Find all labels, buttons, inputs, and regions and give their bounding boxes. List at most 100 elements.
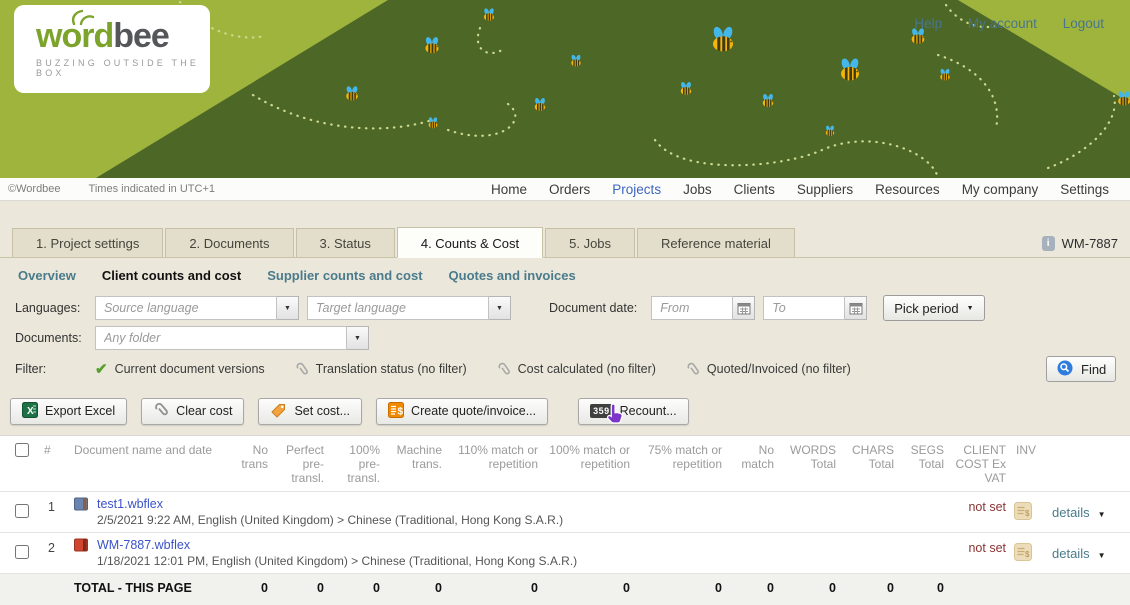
help-link[interactable]: Help (914, 16, 942, 31)
total-words: 0 (776, 574, 838, 605)
folder-input[interactable] (95, 326, 347, 350)
invoice-icon[interactable]: $ (1014, 502, 1032, 520)
total-100-pre: 0 (326, 574, 382, 605)
nav-projects[interactable]: Projects (601, 182, 672, 197)
document-date-label: Document date: (549, 301, 637, 315)
documents-table: # Document name and date No trans Perfec… (0, 435, 1130, 605)
col-chars-total: CHARS Total (838, 436, 896, 492)
details-dropdown[interactable]: details▼ (1042, 492, 1130, 533)
target-language-input[interactable] (307, 296, 489, 320)
tab-jobs[interactable]: 5. Jobs (545, 228, 635, 257)
invoice-icon[interactable]: $ (1014, 543, 1032, 561)
chevron-down-icon: ▼ (1098, 510, 1106, 519)
svg-text:$: $ (1025, 509, 1030, 518)
paperclip-icon (497, 361, 511, 377)
set-cost-button[interactable]: Set cost... (258, 398, 362, 425)
col-110-match: 110% match or repetition (444, 436, 540, 492)
tab-reference-material[interactable]: Reference material (637, 228, 795, 257)
table-row: 2 WM-7887.wbflex 1/18/2021 12:01 PM, Eng… (0, 533, 1130, 574)
col-number: # (42, 436, 72, 492)
account-links: Help My account Logout (892, 16, 1104, 31)
languages-label: Languages: (15, 301, 95, 315)
client-cost-value: not set (946, 533, 1008, 574)
col-segs-total: SEGS Total (896, 436, 946, 492)
my-account-link[interactable]: My account (968, 16, 1037, 31)
nav-orders[interactable]: Orders (538, 182, 601, 197)
date-from-input[interactable] (651, 296, 733, 320)
project-reference: i WM-7887 (1042, 236, 1118, 251)
calendar-icon[interactable] (733, 296, 755, 320)
clear-cost-button[interactable]: Clear cost (141, 398, 244, 425)
source-language-input[interactable] (95, 296, 277, 320)
tab-counts-and-cost[interactable]: 4. Counts & Cost (397, 227, 543, 258)
date-from-combo (651, 296, 755, 320)
chevron-down-icon: ▼ (1098, 551, 1106, 560)
filter-quoted-invoiced[interactable]: Quoted/Invoiced (no filter) (686, 361, 851, 377)
target-language-dropdown-button[interactable]: ▼ (489, 296, 511, 320)
select-all-checkbox[interactable] (15, 443, 29, 457)
col-document-name: Document name and date (72, 436, 222, 492)
export-excel-button[interactable]: X Export Excel (10, 398, 127, 425)
col-100-match: 100% match or repetition (540, 436, 632, 492)
svg-text:$: $ (398, 406, 404, 417)
document-link[interactable]: WM-7887.wbflex (97, 538, 190, 552)
calendar-icon[interactable] (845, 296, 867, 320)
filter-cost-calculated[interactable]: Cost calculated (no filter) (497, 361, 656, 377)
tag-icon (270, 402, 287, 421)
find-button[interactable]: Find (1046, 356, 1116, 382)
documents-label: Documents: (15, 331, 95, 345)
banner: wordbee BUZZING OUTSIDE THE BOX Help My … (0, 0, 1130, 178)
create-quote-invoice-button[interactable]: $ Create quote/invoice... (376, 398, 548, 425)
document-link[interactable]: test1.wbflex (97, 497, 163, 511)
col-no-match: No match (724, 436, 776, 492)
date-to-combo (763, 296, 867, 320)
row-number: 1 (42, 492, 72, 533)
tab-project-settings[interactable]: 1. Project settings (12, 228, 163, 257)
row-checkbox[interactable] (15, 545, 29, 559)
pick-period-button[interactable]: Pick period▼ (883, 295, 984, 321)
total-110-match: 0 (444, 574, 540, 605)
tab-status[interactable]: 3. Status (296, 228, 395, 257)
nav-jobs[interactable]: Jobs (672, 182, 723, 197)
subtab-supplier-counts[interactable]: Supplier counts and cost (267, 268, 422, 283)
target-language-combo: ▼ (307, 296, 511, 320)
excel-icon: X (22, 402, 38, 421)
paperclip-icon (153, 401, 169, 421)
details-dropdown[interactable]: details▼ (1042, 533, 1130, 574)
table-header-row: # Document name and date No trans Perfec… (0, 436, 1130, 492)
col-client-cost: CLIENT COST Ex VAT (946, 436, 1008, 492)
nav-suppliers[interactable]: Suppliers (786, 182, 864, 197)
recount-button[interactable]: 359 Recount... (578, 398, 689, 425)
copyright-text: ©Wordbee (8, 183, 61, 195)
filter-translation-status[interactable]: Translation status (no filter) (295, 361, 467, 377)
tab-documents[interactable]: 2. Documents (165, 228, 293, 257)
logout-link[interactable]: Logout (1063, 16, 1104, 31)
folder-dropdown-button[interactable]: ▼ (347, 326, 369, 350)
nav-my-company[interactable]: My company (951, 182, 1050, 197)
row-checkbox[interactable] (15, 504, 29, 518)
col-perfect-pretransl: Perfect pre-transl. (270, 436, 326, 492)
folder-combo: ▼ (95, 326, 369, 350)
counts-subtabs: Overview Client counts and cost Supplier… (0, 258, 1130, 291)
project-tabs: 1. Project settings 2. Documents 3. Stat… (0, 227, 1130, 258)
nav-home[interactable]: Home (480, 182, 538, 197)
total-machine: 0 (382, 574, 444, 605)
nav-resources[interactable]: Resources (864, 182, 951, 197)
info-icon[interactable]: i (1042, 236, 1055, 251)
invoice-icon: $ (388, 402, 404, 421)
subtab-client-counts[interactable]: Client counts and cost (102, 268, 241, 283)
nav-clients[interactable]: Clients (723, 182, 786, 197)
total-75-match: 0 (632, 574, 724, 605)
source-language-dropdown-button[interactable]: ▼ (277, 296, 299, 320)
wordbee-logo: wordbee BUZZING OUTSIDE THE BOX (14, 5, 210, 93)
subtab-overview[interactable]: Overview (18, 268, 76, 283)
total-no-match: 0 (724, 574, 776, 605)
filter-current-versions[interactable]: ✔ Current document versions (95, 360, 265, 378)
subtab-quotes-invoices[interactable]: Quotes and invoices (449, 268, 576, 283)
languages-filter-row: Languages: ▼ ▼ Document date: Pick perio… (0, 293, 1130, 323)
table-row: 1 test1.wbflex 2/5/2021 9:22 AM, English… (0, 492, 1130, 533)
paperclip-icon (686, 361, 700, 377)
total-label: TOTAL - THIS PAGE (72, 574, 222, 605)
date-to-input[interactable] (763, 296, 845, 320)
nav-settings[interactable]: Settings (1049, 182, 1120, 197)
